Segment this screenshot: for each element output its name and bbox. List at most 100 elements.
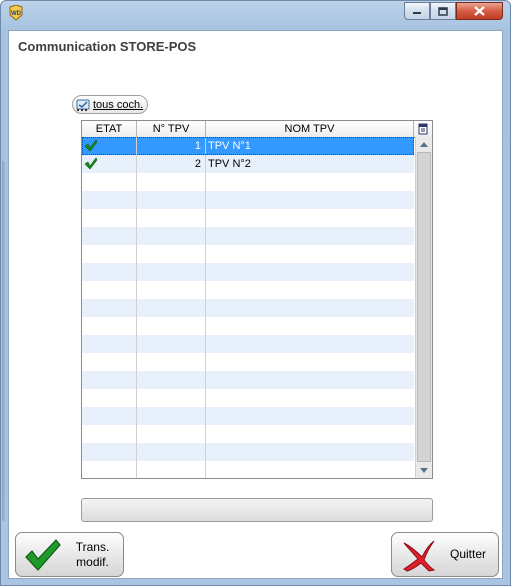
cell-nom-tpv: [206, 371, 414, 389]
cell-nom-tpv: [206, 353, 414, 371]
windev-icon: WD: [9, 5, 23, 21]
maximize-icon: [438, 6, 448, 16]
cell-num-tpv: [137, 191, 206, 209]
table-row[interactable]: [82, 317, 414, 335]
table-row[interactable]: [82, 353, 414, 371]
table-row[interactable]: [82, 407, 414, 425]
cell-nom-tpv: TPV N°2: [208, 158, 251, 170]
scroll-thumb[interactable]: [417, 152, 431, 462]
table-row[interactable]: [82, 209, 414, 227]
table-scrollbar[interactable]: [415, 137, 432, 478]
cell-etat[interactable]: [82, 389, 137, 407]
minimize-icon: [413, 12, 421, 14]
cell-etat[interactable]: [82, 191, 137, 209]
column-menu-button[interactable]: [414, 121, 432, 137]
table-row[interactable]: [82, 443, 414, 461]
cell-num-tpv: [137, 209, 206, 227]
cell-nom-tpv: [206, 407, 414, 425]
tpv-table[interactable]: ETAT N° TPV NOM TPV 1 TPV N°1 2 TPV N°2: [81, 120, 433, 479]
column-header-nom-tpv[interactable]: NOM TPV: [206, 121, 414, 137]
table-row[interactable]: [82, 281, 414, 299]
cell-nom-tpv: [206, 245, 414, 263]
cell-etat[interactable]: [82, 245, 137, 263]
cell-num-tpv: [137, 443, 206, 461]
cell-nom-tpv: [206, 335, 414, 353]
cell-etat[interactable]: [82, 317, 137, 335]
cell-etat[interactable]: [82, 335, 137, 353]
cell-num-tpv: [137, 245, 206, 263]
cell-etat[interactable]: [82, 263, 137, 281]
cell-num-tpv: [137, 353, 206, 371]
close-icon: [474, 6, 485, 16]
cell-num-tpv: [137, 389, 206, 407]
cell-num-tpv: [137, 371, 206, 389]
table-row[interactable]: 2 TPV N°2: [82, 155, 414, 173]
main-window: WD Communication STORE-POS tous coch. ET…: [0, 0, 511, 586]
cell-etat[interactable]: [82, 353, 137, 371]
scroll-down-button[interactable]: [417, 463, 431, 477]
scroll-down-icon: [420, 467, 428, 473]
close-window-button[interactable]: [456, 2, 503, 20]
minimize-button[interactable]: [404, 2, 430, 20]
table-row[interactable]: [82, 263, 414, 281]
cell-nom-tpv: [206, 443, 414, 461]
scroll-up-button[interactable]: [417, 137, 431, 151]
table-row[interactable]: [82, 173, 414, 191]
cell-etat[interactable]: [82, 173, 137, 191]
cell-etat[interactable]: [82, 299, 137, 317]
window-edge: [2, 161, 6, 521]
cell-etat[interactable]: [82, 371, 137, 389]
cell-nom-tpv: [206, 191, 414, 209]
cell-etat[interactable]: [82, 227, 137, 245]
cell-num-tpv: [137, 461, 206, 478]
green-check-icon: [25, 538, 61, 571]
cell-etat[interactable]: [82, 155, 137, 173]
cell-etat[interactable]: [82, 209, 137, 227]
cell-etat[interactable]: [82, 461, 137, 478]
cell-num-tpv: [137, 407, 206, 425]
transfer-label: Trans. modif.: [62, 540, 123, 570]
cell-nom-tpv: TPV N°1: [208, 140, 251, 152]
cell-num-tpv: [137, 425, 206, 443]
cell-etat[interactable]: [82, 281, 137, 299]
cell-num-tpv: [137, 335, 206, 353]
table-row[interactable]: [82, 335, 414, 353]
table-row[interactable]: 1 TPV N°1: [82, 137, 414, 155]
green-check-icon: [84, 139, 98, 152]
quit-button[interactable]: Quitter: [391, 532, 499, 577]
cell-nom-tpv: [206, 299, 414, 317]
cell-num-tpv: [137, 317, 206, 335]
cell-etat[interactable]: [82, 443, 137, 461]
table-row[interactable]: [82, 425, 414, 443]
table-row[interactable]: [82, 299, 414, 317]
quit-label: Quitter: [449, 547, 486, 561]
maximize-button[interactable]: [430, 2, 456, 20]
column-header-etat[interactable]: ETAT: [82, 121, 137, 137]
cell-etat[interactable]: [82, 425, 137, 443]
check-all-icon: [76, 99, 90, 111]
table-body: 1 TPV N°1 2 TPV N°2: [82, 137, 414, 478]
table-row[interactable]: [82, 371, 414, 389]
table-row[interactable]: [82, 389, 414, 407]
cell-num-tpv: [137, 173, 206, 191]
cell-etat[interactable]: [82, 137, 137, 155]
table-row[interactable]: [82, 227, 414, 245]
transfer-modifications-button[interactable]: Trans. modif.: [15, 532, 124, 577]
cell-num-tpv: [137, 281, 206, 299]
table-row[interactable]: [82, 191, 414, 209]
check-all-button[interactable]: tous coch.: [72, 95, 149, 114]
cell-nom-tpv: [206, 389, 414, 407]
column-header-num-tpv[interactable]: N° TPV: [137, 121, 206, 137]
window-client-area: Communication STORE-POS tous coch. ETAT …: [8, 30, 503, 579]
cell-nom-tpv: [206, 461, 414, 478]
cell-etat[interactable]: [82, 407, 137, 425]
scroll-up-icon: [420, 141, 428, 147]
column-menu-icon: [418, 123, 428, 135]
check-all-label: tous coch.: [93, 98, 144, 111]
cell-num-tpv: 1: [137, 137, 206, 155]
table-row[interactable]: [82, 245, 414, 263]
title-bar[interactable]: WD: [1, 1, 510, 25]
red-x-icon: [403, 540, 436, 572]
table-row[interactable]: [82, 461, 414, 478]
svg-text:WD: WD: [11, 11, 22, 17]
